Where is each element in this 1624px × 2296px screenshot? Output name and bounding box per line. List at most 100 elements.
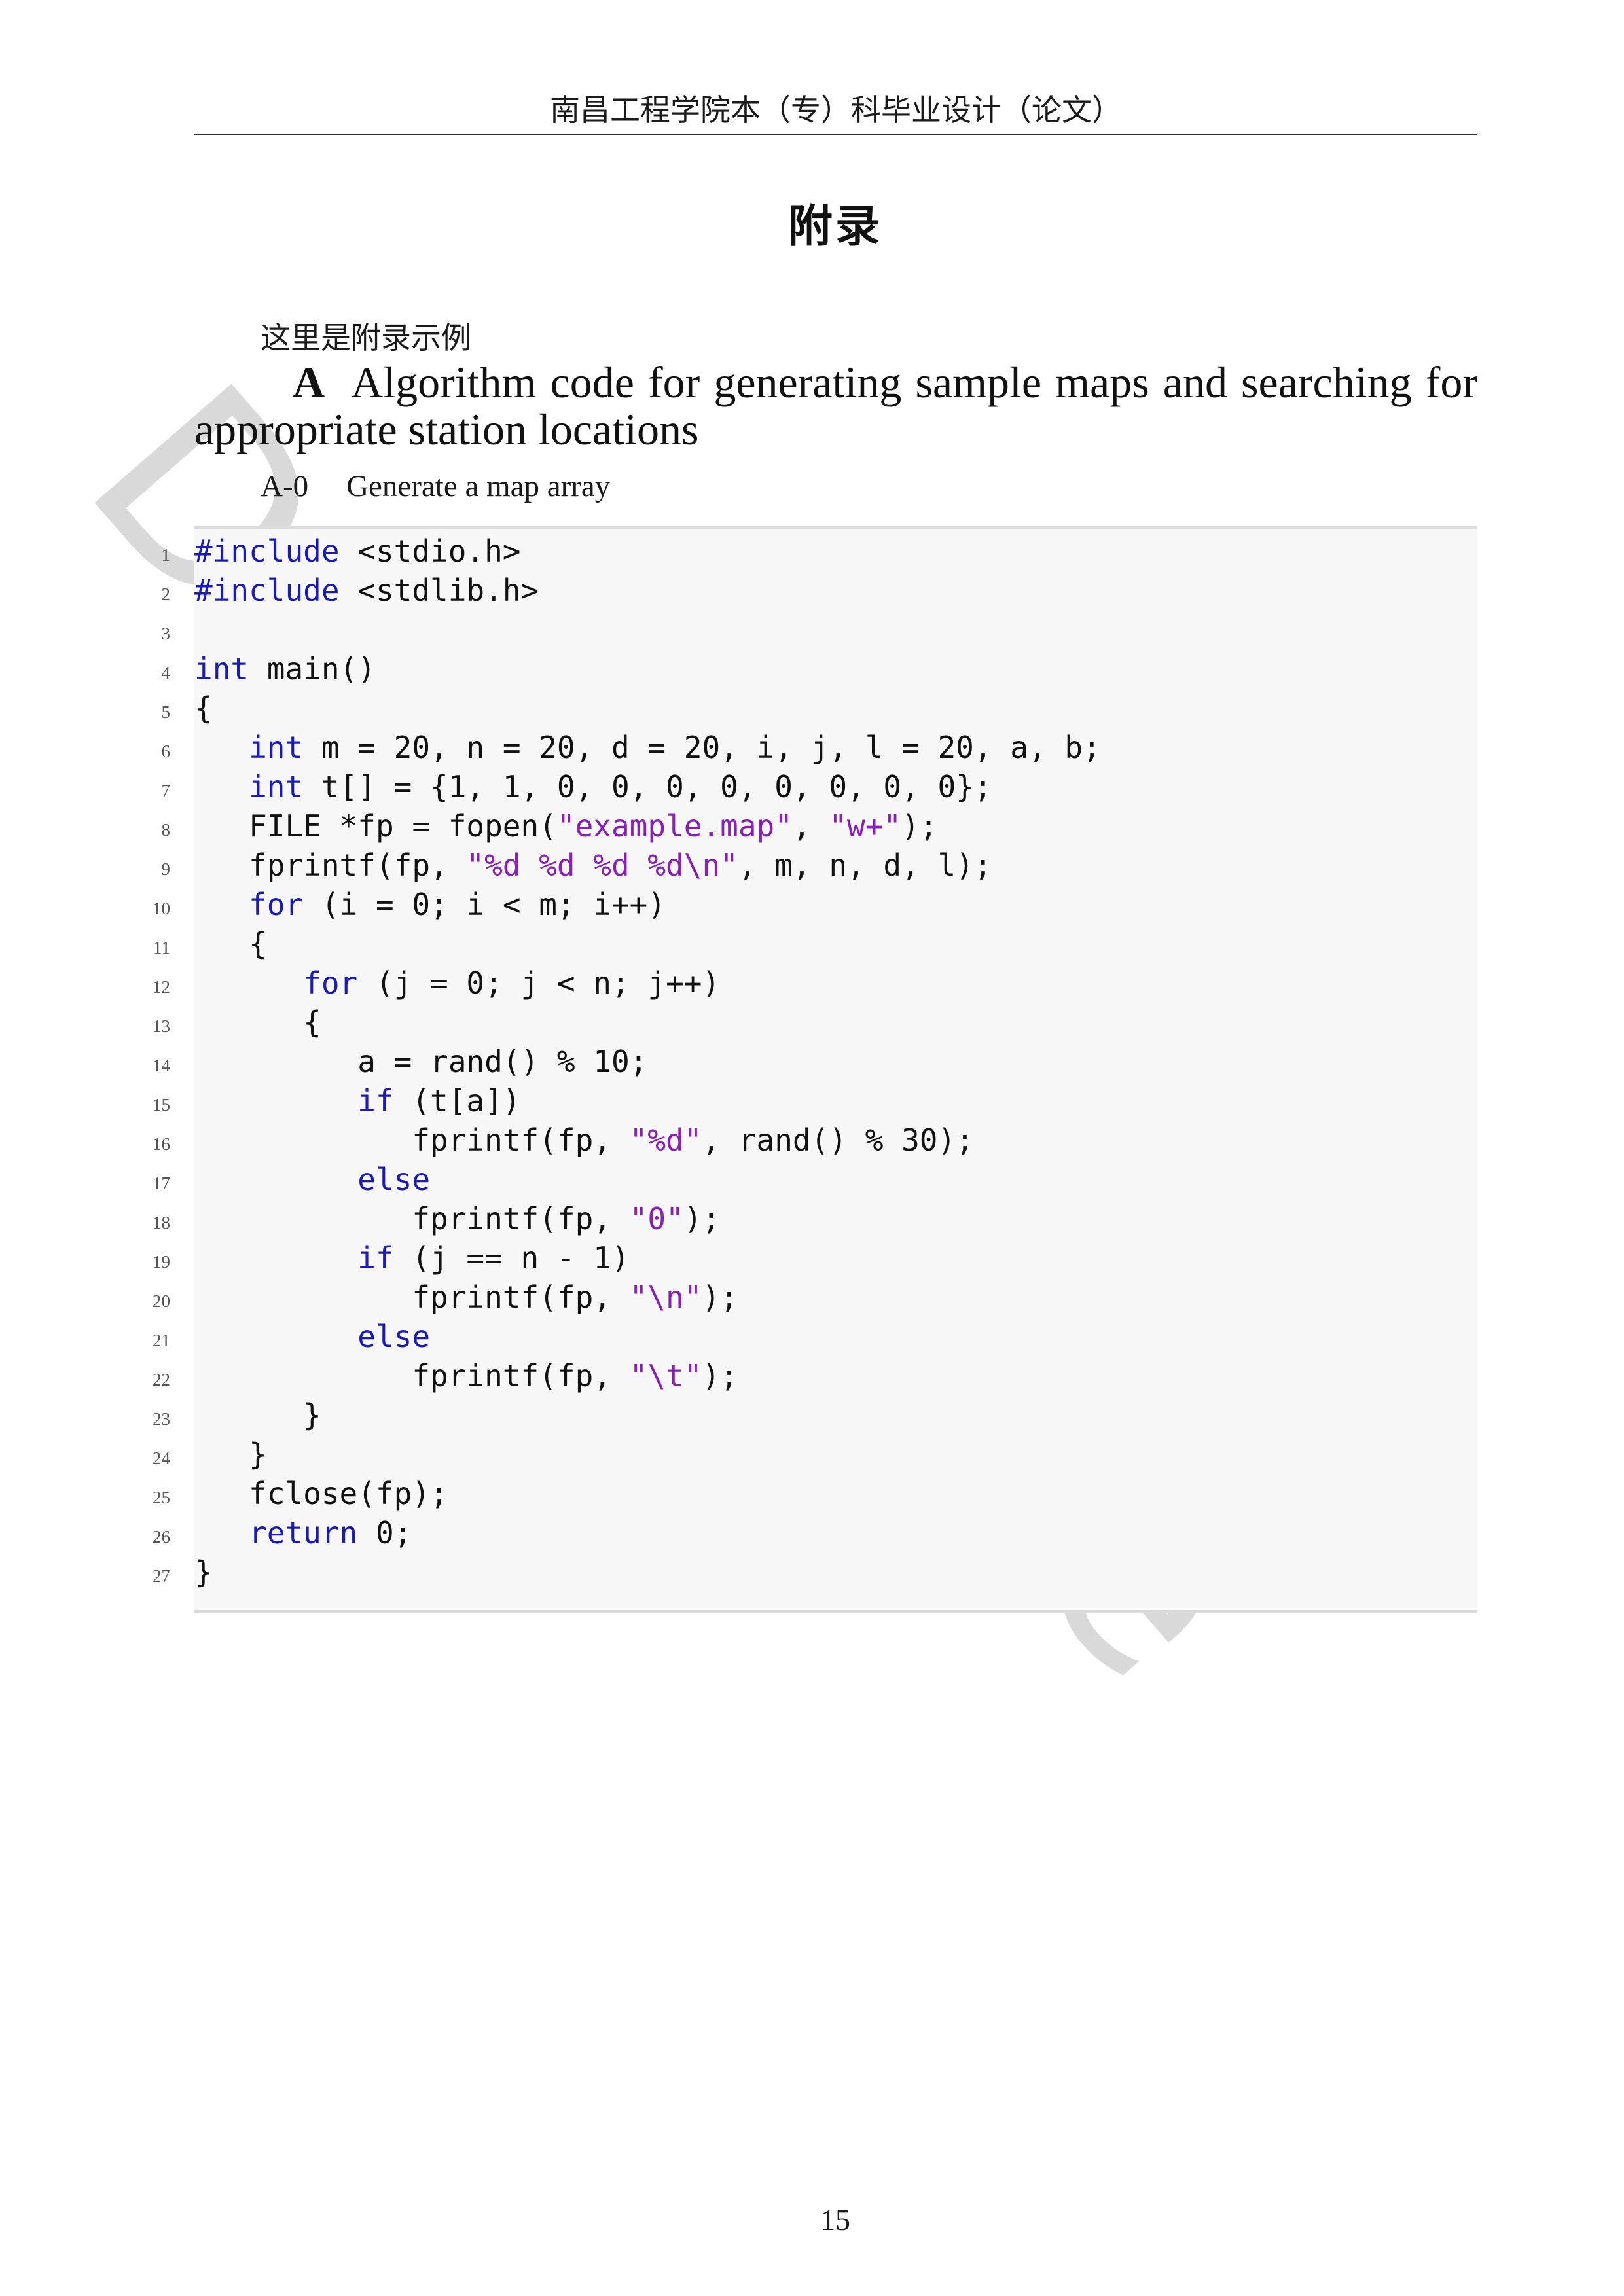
line-number: 18	[153, 1213, 170, 1232]
code-text: {	[194, 1003, 321, 1042]
code-token: );	[702, 1280, 738, 1315]
code-keyword: return	[249, 1515, 358, 1551]
code-token: , rand() % 30);	[702, 1122, 974, 1158]
code-keyword: if	[357, 1083, 394, 1119]
code-token: fprintf(fp,	[194, 1122, 630, 1158]
code-line: 24 }	[0, 1435, 1477, 1474]
code-line: 6 int m = 20, n = 20, d = 20, i, j, l = …	[0, 728, 1477, 767]
header-rule	[194, 134, 1477, 135]
line-number: 8	[161, 820, 171, 840]
code-text: }	[194, 1552, 213, 1592]
code-token: }	[194, 1437, 267, 1472]
code-line: 20 fprintf(fp, "\n");	[0, 1278, 1477, 1317]
code-line: 19 if (j == n - 1)	[0, 1238, 1477, 1278]
code-token: {	[194, 691, 213, 726]
code-string: "\n"	[629, 1280, 702, 1315]
code-line: 27}	[0, 1552, 1477, 1592]
code-line: 22 fprintf(fp, "\t");	[0, 1356, 1477, 1395]
line-number: 17	[153, 1174, 170, 1193]
code-keyword: else	[357, 1319, 431, 1354]
appendix-intro: 这里是附录示例	[261, 320, 471, 355]
line-number: 3	[161, 624, 171, 643]
code-line: 21 else	[0, 1317, 1477, 1356]
code-line: 17 else	[0, 1160, 1477, 1199]
code-text: FILE *fp = fopen("example.map", "w+");	[194, 806, 937, 846]
code-token: (i = 0; i < m; i++)	[303, 887, 666, 922]
code-token: fprintf(fp,	[194, 1201, 630, 1236]
code-token: fprintf(fp,	[194, 848, 467, 883]
section-letter: A	[293, 357, 325, 407]
line-number: 6	[161, 742, 171, 761]
page-number: 15	[820, 2203, 850, 2236]
code-text: if (j == n - 1)	[194, 1238, 630, 1278]
code-token: a = rand() % 10;	[194, 1044, 648, 1079]
appendix-title: 附录	[787, 201, 882, 253]
code-line: 10 for (i = 0; i < m; i++)	[0, 885, 1477, 924]
line-number: 1	[161, 545, 171, 565]
code-text: else	[194, 1317, 430, 1356]
code-keyword: for	[303, 965, 358, 1001]
code-line: 18 fprintf(fp, "0");	[0, 1199, 1477, 1238]
code-text: fprintf(fp, "\n");	[194, 1278, 738, 1317]
code-text: int t[] = {1, 1, 0, 0, 0, 0, 0, 0, 0, 0}…	[194, 767, 992, 806]
code-token: (j == n - 1)	[393, 1240, 630, 1276]
line-number: 9	[161, 859, 171, 879]
code-line: 14 a = rand() % 10;	[0, 1042, 1477, 1081]
code-keyword: if	[357, 1240, 394, 1276]
code-text: int main()	[194, 649, 376, 689]
code-text: int m = 20, n = 20, d = 20, i, j, l = 20…	[194, 728, 1101, 767]
subsection-heading: A-0 Generate a map array	[261, 469, 610, 504]
code-text: fprintf(fp, "\t");	[194, 1356, 738, 1395]
line-number: 14	[153, 1056, 170, 1075]
line-number: 19	[153, 1252, 170, 1272]
code-line: 25 fclose(fp);	[0, 1474, 1477, 1513]
code-line: 11 {	[0, 924, 1477, 963]
code-token: fclose(fp);	[194, 1476, 448, 1511]
code-line: 13 {	[0, 1003, 1477, 1042]
code-text: fprintf(fp, "%d", rand() % 30);	[194, 1121, 974, 1160]
code-string: "w+"	[829, 808, 902, 844]
code-line: 5{	[0, 689, 1477, 728]
line-number: 10	[153, 899, 170, 918]
code-keyword: else	[357, 1162, 431, 1197]
code-token: {	[194, 1005, 321, 1040]
code-keyword: int	[249, 730, 304, 765]
code-text: fclose(fp);	[194, 1474, 448, 1513]
code-text: }	[194, 1435, 267, 1474]
code-line: 26 return 0;	[0, 1513, 1477, 1552]
code-token: }	[194, 1397, 321, 1433]
code-token: 0;	[357, 1515, 412, 1551]
line-number: 26	[153, 1527, 170, 1547]
page-header: 南昌工程学院本（专）科毕业设计（论文）	[550, 92, 1122, 128]
line-number: 22	[153, 1370, 170, 1390]
code-line: 16 fprintf(fp, "%d", rand() % 30);	[0, 1121, 1477, 1160]
code-line: 2 #include <stdlib.h>	[0, 571, 1477, 610]
code-line: 23 }	[0, 1395, 1477, 1435]
line-number: 15	[153, 1095, 170, 1115]
code-text: for (j = 0; j < n; j++)	[194, 963, 720, 1003]
code-text: #include <stdlib.h>	[194, 571, 539, 610]
line-number: 2	[161, 584, 171, 604]
code-token: <stdlib.h>	[339, 573, 539, 608]
code-token: main()	[249, 651, 376, 687]
code-string: "\t"	[629, 1358, 702, 1393]
code-token: t[] = {1, 1, 0, 0, 0, 0, 0, 0, 0, 0};	[303, 769, 992, 804]
line-number: 25	[153, 1488, 170, 1507]
code-keyword: int	[194, 651, 249, 687]
code-keyword: #include	[194, 573, 340, 608]
code-line: 1 #include <stdio.h>	[0, 531, 1477, 571]
code-token: FILE *fp = fopen(	[194, 808, 557, 844]
code-text: #include <stdio.h>	[194, 531, 521, 571]
code-token: );	[901, 808, 938, 844]
code-text: return 0;	[194, 1513, 412, 1552]
code-keyword: #include	[194, 533, 340, 569]
line-number: 24	[153, 1448, 170, 1468]
code-text: fprintf(fp, "%d %d %d %d\n", m, n, d, l)…	[194, 846, 992, 885]
